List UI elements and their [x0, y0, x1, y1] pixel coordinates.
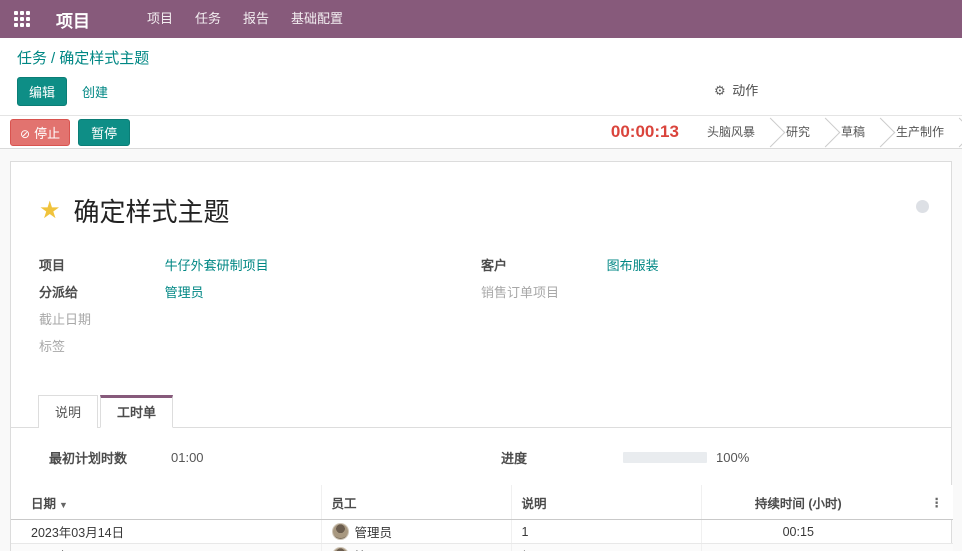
table-row[interactable]: 2023年03月14日 管理员 1 00:15 [11, 520, 953, 544]
progress-label: 进度 [501, 448, 623, 467]
elapsed-timer: 00:00:13 [611, 122, 679, 142]
customer-link[interactable]: 图布服装 [607, 258, 659, 273]
edit-button[interactable]: 编辑 [17, 77, 67, 106]
field-customer: 客户 图布服装 [481, 255, 923, 274]
column-header-description[interactable]: 说明 [511, 485, 701, 520]
field-assignee: 分派给 管理员 [39, 282, 481, 301]
top-navbar: 项目 项目 任务 报告 基础配置 [0, 0, 962, 38]
column-header-date[interactable]: 日期▼ [11, 485, 321, 520]
app-title[interactable]: 项目 [56, 7, 90, 32]
sort-desc-icon: ▼ [59, 500, 68, 510]
task-title: 确定样式主题 [74, 192, 230, 229]
breadcrumb-parent[interactable]: 任务 [17, 50, 47, 67]
stop-icon: ⊘ [20, 127, 30, 141]
pause-timer-button[interactable]: 暂停 [78, 119, 130, 146]
field-sale-order-item: 销售订单项目 [481, 282, 923, 301]
assignee-link[interactable]: 管理员 [165, 285, 204, 300]
menu-item-project[interactable]: 项目 [136, 0, 184, 38]
progress-bar [623, 452, 707, 463]
tab-timesheets[interactable]: 工时单 [100, 395, 173, 428]
breadcrumb: 任务/确定样式主题 [0, 38, 962, 71]
create-button[interactable]: 创建 [82, 82, 108, 101]
kanban-state-dot[interactable] [916, 200, 929, 213]
task-form-sheet: ★ 确定样式主题 项目 牛仔外套研制项目 分派给 管理员 截止日期 标签 [10, 161, 952, 551]
menu-item-configuration[interactable]: 基础配置 [280, 0, 354, 38]
menu-item-tasks[interactable]: 任务 [184, 0, 232, 38]
tab-description[interactable]: 说明 [38, 395, 98, 428]
table-row[interactable]: 2023年03月14日 管理员 / 00:15 [11, 544, 953, 551]
field-group: 项目 牛仔外套研制项目 分派给 管理员 截止日期 标签 客户 [39, 255, 923, 363]
employee-avatar [332, 523, 349, 540]
timesheet-summary: 最初计划时数 01:00 进度 100% [39, 428, 923, 485]
field-project: 项目 牛仔外套研制项目 [39, 255, 481, 274]
timer-status-bar: ⊘停止 暂停 00:00:13 头脑风暴 研究 草稿 生产制作 [0, 115, 962, 149]
menu-item-reports[interactable]: 报告 [232, 0, 280, 38]
optional-columns-icon[interactable]: ⋮ [893, 485, 953, 520]
table-header-row: 日期▼ 员工 说明 持续时间 (小时) ⋮ [11, 485, 953, 520]
breadcrumb-current: 确定样式主题 [59, 50, 149, 67]
breadcrumb-separator: / [47, 50, 59, 67]
stop-timer-button[interactable]: ⊘停止 [10, 119, 70, 146]
column-header-employee[interactable]: 员工 [321, 485, 511, 520]
timesheet-table: 日期▼ 员工 说明 持续时间 (小时) ⋮ 2023年03月14日 管理员 1 … [11, 485, 953, 551]
apps-grid-icon[interactable] [14, 11, 31, 28]
stage-statusbar: 头脑风暴 研究 草稿 生产制作 [694, 116, 962, 148]
column-header-duration[interactable]: 持续时间 (小时) [701, 485, 893, 520]
field-tags: 标签 [39, 336, 481, 355]
gear-icon: ⚙ [714, 83, 726, 98]
project-link[interactable]: 牛仔外套研制项目 [165, 258, 269, 273]
notebook-tabs: 说明 工时单 [11, 395, 951, 428]
actions-dropdown[interactable]: ⚙ 动作 [714, 80, 758, 99]
field-deadline: 截止日期 [39, 309, 481, 328]
favorite-star-icon[interactable]: ★ [39, 196, 61, 225]
actions-label: 动作 [732, 83, 758, 98]
planned-hours-label: 最初计划时数 [49, 448, 171, 467]
main-menu: 项目 任务 报告 基础配置 [136, 0, 354, 38]
progress-percent: 100% [716, 450, 749, 465]
employee-avatar [332, 547, 349, 551]
planned-hours-value: 01:00 [171, 450, 204, 465]
form-background: ★ 确定样式主题 项目 牛仔外套研制项目 分派给 管理员 截止日期 标签 [0, 149, 962, 551]
control-buttons-row: 编辑 创建 ⚙ 动作 [0, 71, 962, 115]
